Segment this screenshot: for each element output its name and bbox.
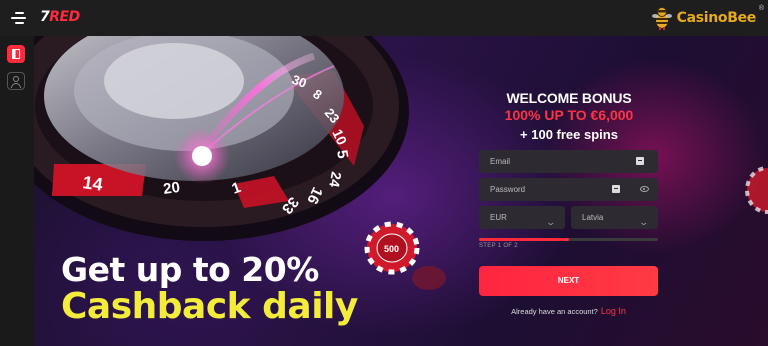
casino-chip: 500 (364, 221, 420, 275)
promo-headline: Get up to 20% (61, 250, 319, 289)
password-placeholder: Password (490, 185, 526, 194)
already-account-text: Already have an account? (511, 307, 598, 316)
autofill-icon[interactable] (636, 157, 644, 165)
wheel-number: 24 (326, 170, 344, 188)
signup-form-header: WELCOME BONUS 100% UP TO €6,000 + 100 fr… (479, 90, 659, 142)
top-bar: 7RED CasinoBee ® (0, 0, 768, 36)
autofill-icon[interactable] (612, 185, 620, 193)
promo-subheadline: Cashback daily (61, 286, 358, 327)
step-progress-fill (479, 238, 569, 241)
logo-number: 7 (40, 9, 50, 25)
email-placeholder: Email (490, 157, 511, 166)
site-logo[interactable]: 7RED (40, 9, 80, 25)
free-spins-text: + 100 free spins (520, 127, 618, 142)
registered-mark: ® (758, 5, 764, 12)
next-button[interactable]: NEXT (479, 266, 658, 296)
chevron-down-icon: ⌄ (545, 217, 557, 227)
bee-mascot-icon (651, 6, 673, 30)
bonus-text: 100% UP TO €6,000 (504, 107, 634, 123)
country-value: Latvia (582, 213, 604, 222)
chip-label: 500 (384, 244, 399, 254)
logo-word: RED (49, 9, 80, 25)
partner-logo: CasinoBee ® (651, 5, 764, 30)
menu-icon[interactable] (11, 11, 26, 24)
login-prompt: Already have an account? Log In (479, 306, 658, 316)
user-icon[interactable] (7, 72, 25, 90)
partner-brand-name: CasinoBee (676, 10, 757, 26)
login-link[interactable]: Log In (601, 306, 626, 316)
currency-select[interactable]: EUR ⌄ (479, 206, 565, 229)
email-field[interactable]: Email (479, 150, 658, 173)
casino-chip-right (745, 166, 768, 214)
hero-banner: 30 8 23 10 5 24 16 33 1 20 14 500 Get up… (34, 36, 768, 346)
welcome-title: WELCOME BONUS (506, 90, 632, 106)
wheel-number: 20 (162, 179, 181, 198)
casino-icon[interactable] (7, 45, 25, 63)
step-indicator: STEP 1 OF 2 (479, 243, 518, 249)
wheel-number: 14 (81, 172, 104, 195)
show-password-icon[interactable] (640, 186, 649, 192)
password-field[interactable]: Password (479, 178, 658, 201)
country-select[interactable]: Latvia ⌄ (571, 206, 658, 229)
sidebar (0, 36, 34, 346)
currency-value: EUR (490, 213, 507, 222)
chevron-down-icon: ⌄ (638, 217, 650, 227)
step-progress-bar (479, 238, 658, 241)
